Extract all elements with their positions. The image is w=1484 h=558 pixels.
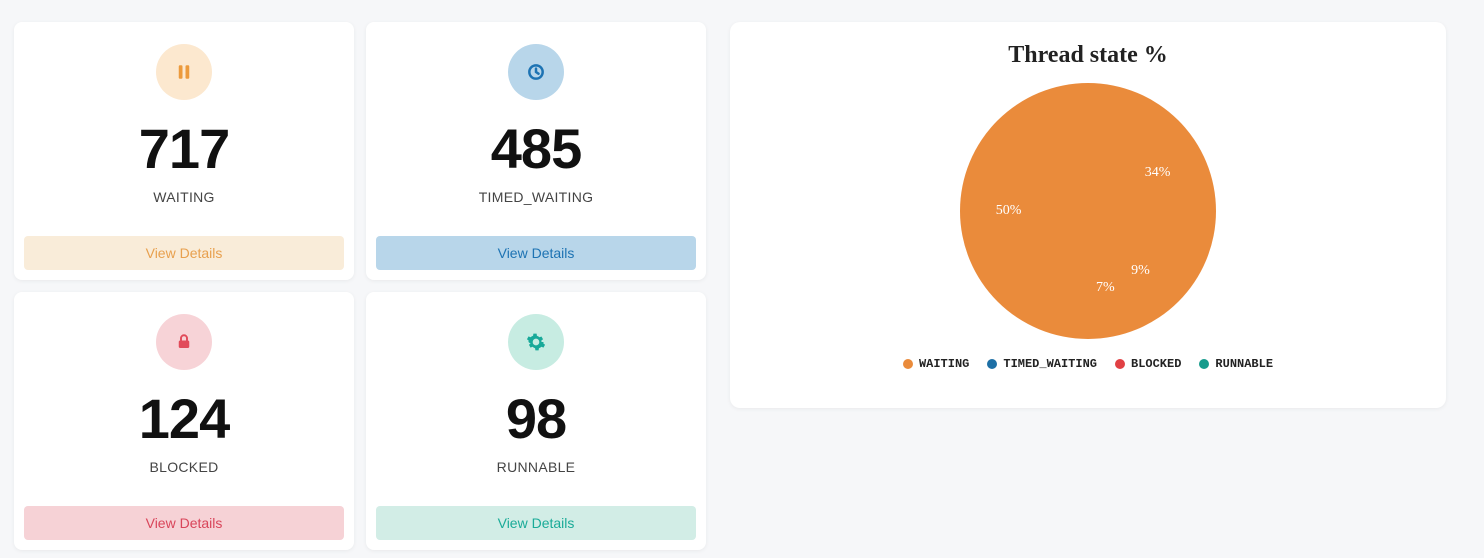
view-details-button[interactable]: View Details — [376, 506, 696, 540]
chart-title: Thread state % — [1008, 42, 1168, 69]
card-waiting-value: 717 — [139, 116, 229, 181]
gear-icon — [508, 314, 564, 370]
legend-dot-icon — [1115, 359, 1125, 369]
pie-slice-label: 34% — [1145, 165, 1171, 181]
legend-label: WAITING — [919, 357, 969, 371]
card-blocked-value: 124 — [139, 386, 229, 451]
view-details-button[interactable]: View Details — [24, 506, 344, 540]
legend-item-runnable: RUNNABLE — [1199, 357, 1273, 371]
card-timed-waiting-label: TIMED_WAITING — [479, 189, 594, 205]
view-details-label: View Details — [498, 245, 575, 261]
pie-slice-label: 7% — [1096, 280, 1115, 296]
card-blocked: 124 BLOCKED View Details — [14, 292, 354, 550]
legend-label: RUNNABLE — [1215, 357, 1273, 371]
legend-dot-icon — [1199, 359, 1209, 369]
pause-icon — [156, 44, 212, 100]
card-runnable: 98 RUNNABLE View Details — [366, 292, 706, 550]
view-details-label: View Details — [498, 515, 575, 531]
legend-label: BLOCKED — [1131, 357, 1181, 371]
pie-slice-label: 9% — [1131, 263, 1150, 279]
legend-label: TIMED_WAITING — [1003, 357, 1097, 371]
clock-icon — [508, 44, 564, 100]
view-details-label: View Details — [146, 245, 223, 261]
pie-slice-label: 50% — [996, 203, 1022, 219]
pie-chart: 50% 34% 9% 7% — [960, 83, 1216, 339]
legend-item-blocked: BLOCKED — [1115, 357, 1181, 371]
legend-item-timed-waiting: TIMED_WAITING — [987, 357, 1097, 371]
view-details-button[interactable]: View Details — [24, 236, 344, 270]
legend-item-waiting: WAITING — [903, 357, 969, 371]
card-waiting-label: WAITING — [153, 189, 214, 205]
chart-legend: WAITING TIMED_WAITING BLOCKED RUNNABLE — [903, 357, 1273, 371]
stat-cards-grid: 717 WAITING View Details 485 TIMED_WAITI… — [14, 22, 706, 550]
legend-dot-icon — [987, 359, 997, 369]
legend-dot-icon — [903, 359, 913, 369]
card-runnable-label: RUNNABLE — [497, 459, 576, 475]
card-timed-waiting-value: 485 — [491, 116, 581, 181]
card-runnable-value: 98 — [506, 386, 566, 451]
card-timed-waiting: 485 TIMED_WAITING View Details — [366, 22, 706, 280]
thread-state-chart-card: Thread state % 50% 34% 9% 7% WAITING TIMED_… — [730, 22, 1446, 408]
view-details-label: View Details — [146, 515, 223, 531]
card-waiting: 717 WAITING View Details — [14, 22, 354, 280]
view-details-button[interactable]: View Details — [376, 236, 696, 270]
lock-icon — [156, 314, 212, 370]
card-blocked-label: BLOCKED — [149, 459, 218, 475]
